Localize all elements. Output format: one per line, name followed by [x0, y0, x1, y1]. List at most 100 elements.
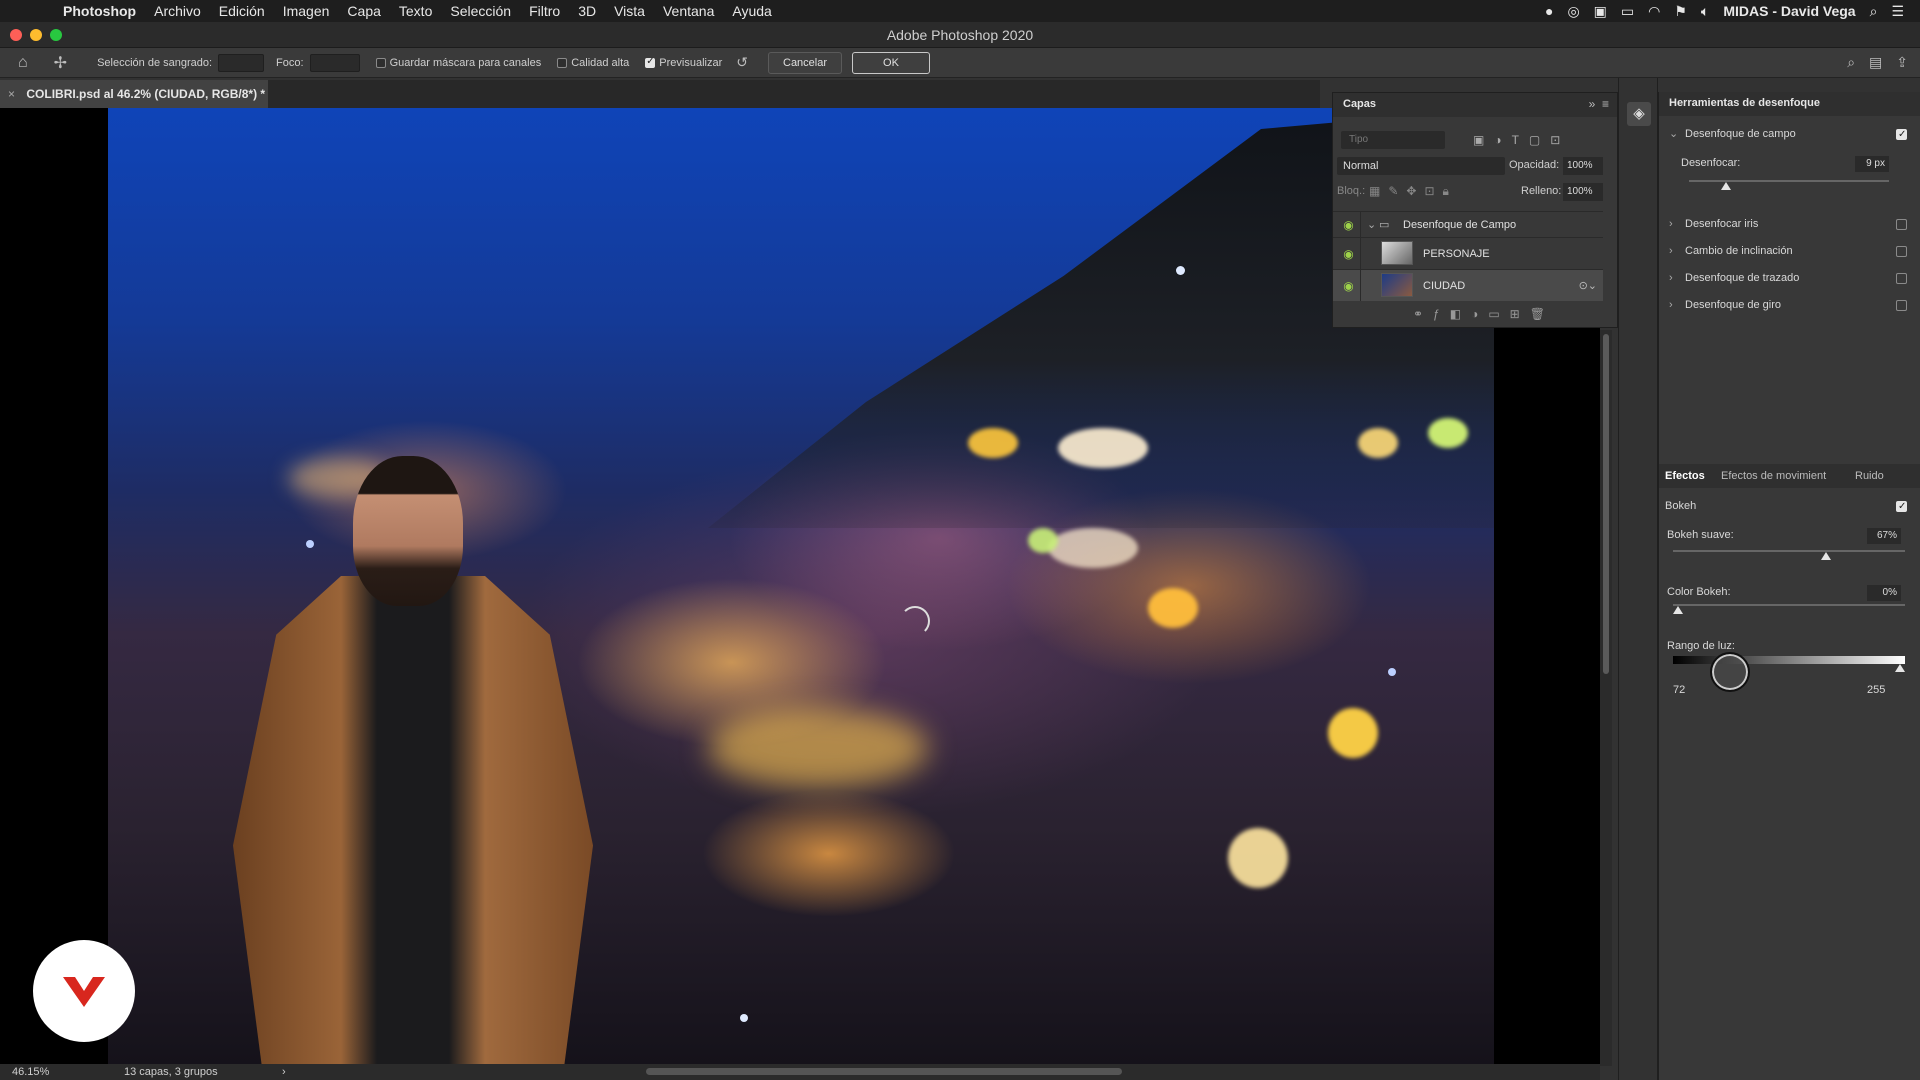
layer-search-input[interactable]: Tipo: [1341, 131, 1445, 149]
share-icon[interactable]: ⇪: [1896, 54, 1908, 71]
layer-footer-icons[interactable]: ⚭ƒ◧◑▭⊞🗑︎: [1413, 307, 1555, 321]
chevron-down-icon[interactable]: ⌄: [1367, 218, 1376, 231]
desenfocar-input[interactable]: 9 px: [1855, 156, 1889, 172]
blur-pin-ring[interactable]: [900, 606, 930, 636]
color-bokeh-slider[interactable]: [1673, 604, 1905, 606]
home-icon[interactable]: ⌂: [18, 54, 28, 72]
flag-icon[interactable]: ⚑: [1674, 3, 1687, 20]
close-tab-icon[interactable]: ×: [8, 87, 15, 101]
bokeh-suave-knob[interactable]: [1821, 552, 1831, 560]
campo-row[interactable]: ⌄ Desenfoque de campo: [1659, 124, 1920, 145]
creative-cloud-icon[interactable]: ◎: [1567, 3, 1579, 20]
inclinacion-row[interactable]: › Cambio de inclinación: [1659, 241, 1920, 261]
layers-title[interactable]: Capas: [1343, 98, 1376, 110]
color-bokeh-input[interactable]: 0%: [1867, 585, 1901, 601]
zoom-level[interactable]: 46.15%: [12, 1064, 49, 1080]
horizontal-scrollbar[interactable]: [646, 1068, 1122, 1075]
menu-seleccion[interactable]: Selección: [441, 3, 520, 19]
user-name[interactable]: MIDAS - David Vega: [1723, 3, 1855, 19]
volume-icon[interactable]: 🔈︎: [1701, 3, 1709, 20]
pin-marker[interactable]: [740, 1014, 748, 1022]
layer-name[interactable]: PERSONAJE: [1423, 248, 1490, 260]
search-icon[interactable]: ⌕: [1847, 54, 1855, 71]
menu-app-name[interactable]: Photoshop: [54, 3, 145, 19]
panel-menu-icon[interactable]: » ≡: [1589, 97, 1609, 111]
display-icon[interactable]: ▭: [1621, 3, 1634, 20]
rango-min-value[interactable]: 72: [1673, 684, 1685, 696]
menu-ventana[interactable]: Ventana: [654, 3, 723, 19]
trazado-row[interactable]: › Desenfoque de trazado: [1659, 268, 1920, 288]
group-name[interactable]: Desenfoque de Campo: [1403, 219, 1516, 231]
rango-max-value[interactable]: 255: [1867, 684, 1885, 696]
menu-archivo[interactable]: Archivo: [145, 3, 210, 19]
canvas-photo[interactable]: [108, 108, 1494, 1064]
layer-row-group[interactable]: ◉ ⌄ ▭ Desenfoque de Campo: [1333, 211, 1603, 237]
pin-marker[interactable]: [1388, 668, 1396, 676]
workspace-icon[interactable]: ▤: [1869, 54, 1882, 71]
tab-ruido[interactable]: Ruido: [1855, 470, 1884, 482]
chevron-right-icon[interactable]: ›: [1669, 241, 1673, 261]
menu-vista[interactable]: Vista: [605, 3, 654, 19]
blend-mode-select[interactable]: Normal: [1337, 157, 1505, 175]
calidad-checkbox[interactable]: [557, 57, 568, 68]
reset-icon[interactable]: ↺: [736, 54, 748, 71]
pin-marker[interactable]: [1176, 266, 1185, 275]
giro-checkbox[interactable]: [1896, 300, 1907, 311]
tab-efectos[interactable]: Efectos: [1665, 470, 1705, 482]
chevron-right-icon[interactable]: ›: [1669, 214, 1673, 234]
cancel-button[interactable]: Cancelar: [768, 51, 843, 74]
control-center-icon[interactable]: ☰: [1891, 3, 1904, 20]
seleccion-field[interactable]: [218, 53, 265, 72]
layer-row-personaje[interactable]: ◉ PERSONAJE: [1333, 237, 1603, 269]
menu-capa[interactable]: Capa: [338, 3, 389, 19]
giro-row[interactable]: › Desenfoque de giro: [1659, 295, 1920, 315]
wifi-icon[interactable]: ◠: [1648, 3, 1660, 20]
close-window-button[interactable]: [10, 29, 22, 41]
menu-filtro[interactable]: Filtro: [520, 3, 569, 19]
layer-row-ciudad[interactable]: ◉ CIUDAD ⊙⌄: [1333, 269, 1603, 301]
previsualizar-checkbox[interactable]: [645, 56, 656, 68]
layer-filter-icons[interactable]: ▣◑T▢⊡: [1473, 133, 1570, 147]
fill-input[interactable]: 100%: [1563, 183, 1603, 201]
inclinacion-checkbox[interactable]: [1896, 246, 1907, 257]
desenfocar-slider[interactable]: [1689, 180, 1889, 182]
rango-gradient-slider[interactable]: [1673, 656, 1905, 664]
guardar-checkbox[interactable]: [375, 57, 386, 68]
foco-field[interactable]: [309, 53, 360, 72]
opacity-input[interactable]: 100%: [1563, 157, 1603, 175]
chevron-down-icon[interactable]: ⌄: [1669, 124, 1678, 144]
campo-checkbox[interactable]: [1896, 125, 1907, 145]
layer-name[interactable]: CIUDAD: [1423, 280, 1465, 292]
iris-row[interactable]: › Desenfocar iris: [1659, 214, 1920, 234]
color-bokeh-knob[interactable]: [1673, 606, 1683, 614]
menu-3d[interactable]: 3D: [569, 3, 605, 19]
bokeh-suave-input[interactable]: 67%: [1867, 528, 1901, 544]
ok-button[interactable]: OK: [852, 51, 930, 74]
chevron-right-icon[interactable]: ›: [1669, 268, 1673, 288]
visibility-eye-icon[interactable]: ◉: [1337, 238, 1361, 269]
menu-edicion[interactable]: Edición: [210, 3, 274, 19]
record-icon[interactable]: ●: [1545, 3, 1553, 19]
rango-max-knob[interactable]: [1895, 664, 1905, 672]
pin-tool-icon[interactable]: ✢: [54, 53, 67, 73]
scroll-thumb[interactable]: [1603, 334, 1609, 674]
chevron-right-icon[interactable]: ›: [282, 1064, 286, 1080]
document-tab[interactable]: × COLIBRI.psd al 46.2% (CIUDAD, RGB/8*) …: [0, 80, 268, 108]
trazado-checkbox[interactable]: [1896, 273, 1907, 284]
iris-checkbox[interactable]: [1896, 219, 1907, 230]
maximize-window-button[interactable]: [50, 29, 62, 41]
menu-texto[interactable]: Texto: [390, 3, 441, 19]
minimize-window-button[interactable]: [30, 29, 42, 41]
bokeh-checkbox[interactable]: [1896, 497, 1907, 517]
search-icon[interactable]: ⌕: [1870, 3, 1878, 20]
vertical-scrollbar[interactable]: [1600, 330, 1612, 1066]
layers-panel-icon[interactable]: ◈: [1627, 102, 1651, 126]
smart-filter-icon[interactable]: ⊙⌄: [1579, 279, 1597, 292]
visibility-eye-icon[interactable]: ◉: [1337, 212, 1361, 237]
menu-ayuda[interactable]: Ayuda: [723, 3, 780, 19]
visibility-eye-icon[interactable]: ◉: [1337, 270, 1361, 301]
screen-mirror-icon[interactable]: ▣: [1594, 3, 1607, 20]
menu-imagen[interactable]: Imagen: [274, 3, 339, 19]
tab-efectos-movimiento[interactable]: Efectos de movimient: [1721, 470, 1826, 482]
bokeh-row[interactable]: Bokeh: [1659, 496, 1920, 517]
